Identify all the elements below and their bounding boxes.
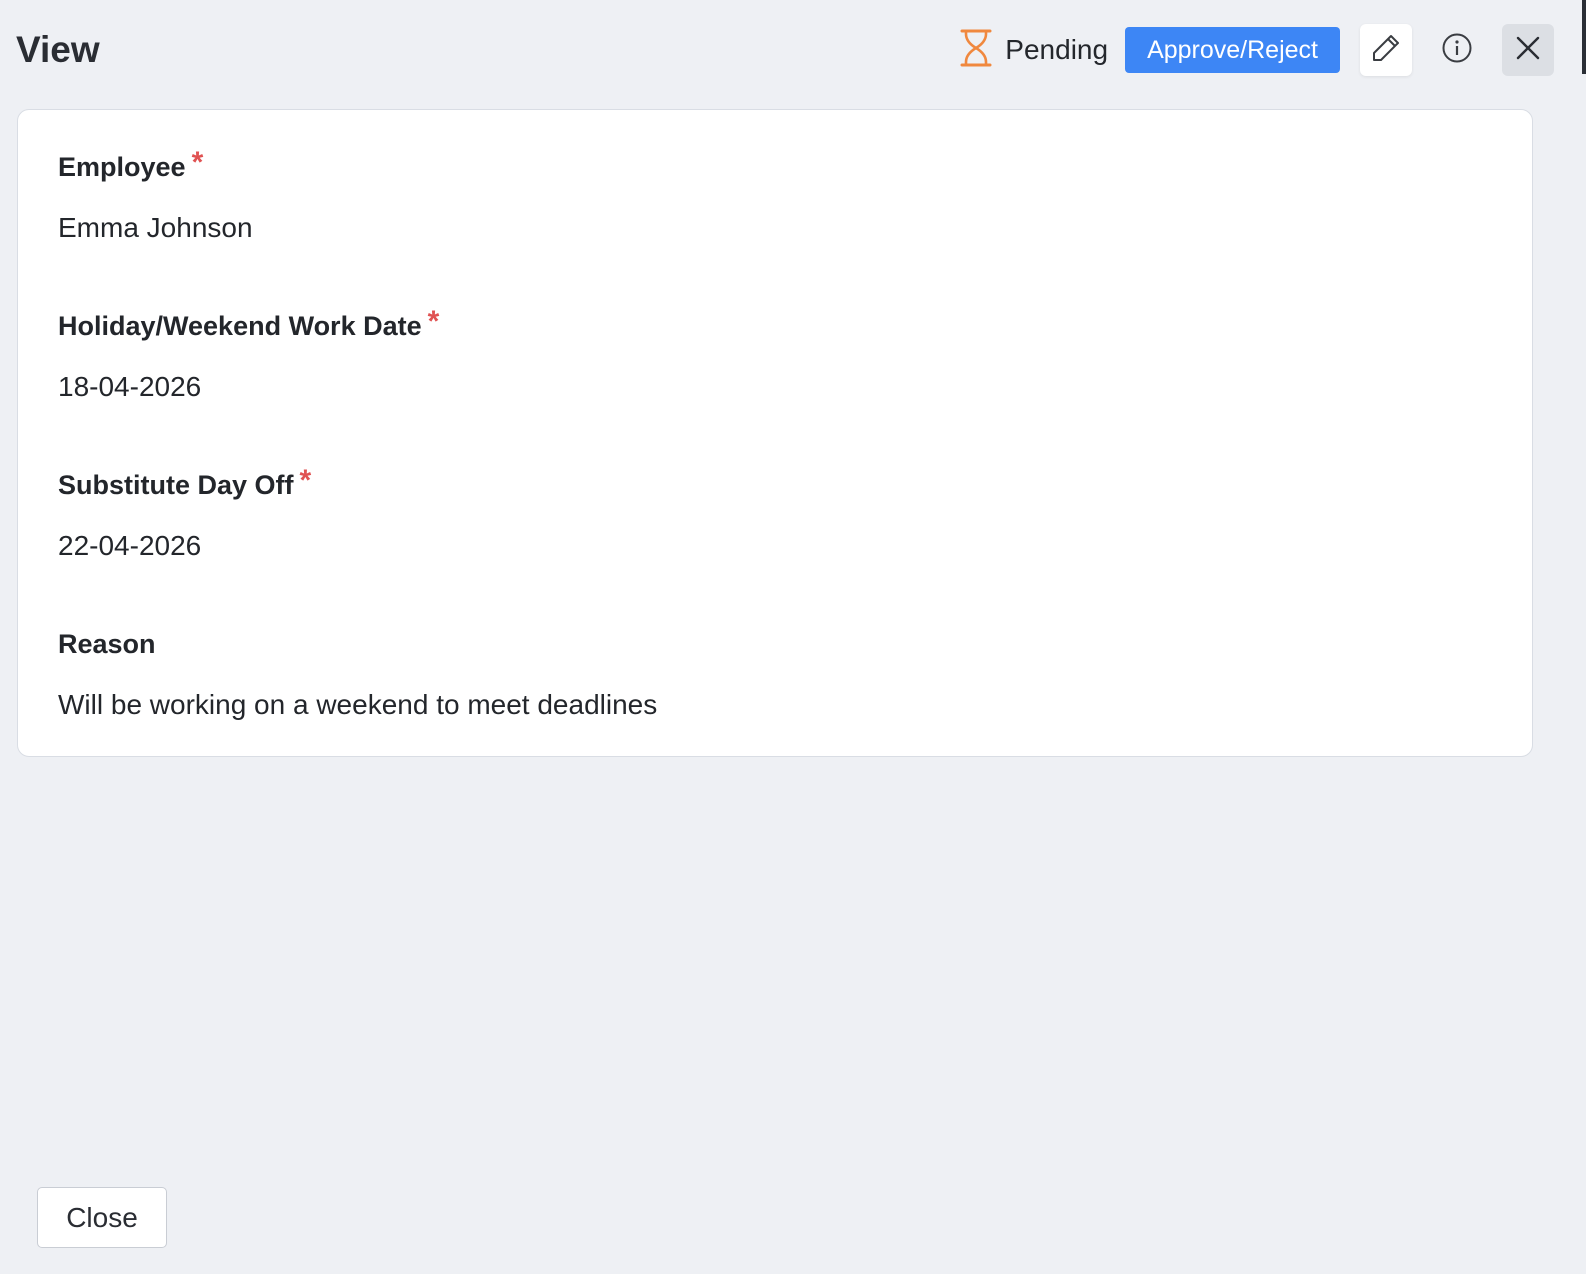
status-badge: Pending [1005,34,1109,65]
field-label: Substitute Day Off * [58,464,1492,506]
field-label: Employee * [58,146,1492,188]
close-button[interactable]: Close [37,1187,167,1248]
close-icon [1514,34,1542,67]
info-button[interactable] [1431,24,1483,76]
window-edge [1582,0,1586,74]
pencil-icon [1370,32,1402,69]
status-indicator: Pending [959,28,1108,73]
hourglass-icon [959,28,993,73]
required-marker: * [191,146,204,179]
field-value: 18-04-2026 [58,371,202,402]
field-work-date: Holiday/Weekend Work Date * 18-04-2026 [58,305,1492,468]
field-label-text: Substitute Day Off [58,470,294,500]
field-employee: Employee * Emma Johnson [58,146,1492,309]
info-icon [1441,32,1473,69]
field-value: 22-04-2026 [58,530,202,561]
field-label-text: Employee [58,152,186,182]
field-label: Reason [58,629,1492,665]
view-dialog: View Pending Approve/Reject Employee * E… [0,0,1586,1274]
field-label-text: Reason [58,629,156,659]
page-title: View [16,29,100,70]
details-card: Employee * Emma Johnson Holiday/Weekend … [17,109,1533,757]
field-value: Emma Johnson [58,212,253,243]
dialog-header: View Pending Approve/Reject [16,24,1554,76]
required-marker: * [427,305,440,338]
approve-reject-button[interactable]: Approve/Reject [1125,27,1340,73]
close-dialog-button[interactable] [1502,24,1554,76]
field-value: Will be working on a weekend to meet dea… [58,689,658,720]
edit-button[interactable] [1360,24,1412,76]
field-substitute-day-off: Substitute Day Off * 22-04-2026 [58,464,1492,627]
field-label-text: Holiday/Weekend Work Date [58,311,422,341]
field-reason: Reason Will be working on a weekend to m… [58,629,1492,786]
field-label: Holiday/Weekend Work Date * [58,305,1492,347]
required-marker: * [299,464,312,497]
